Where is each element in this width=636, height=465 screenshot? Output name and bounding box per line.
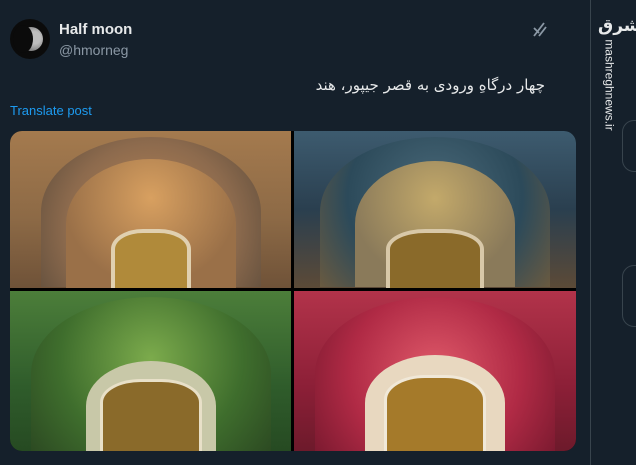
side-panel-edge [622,265,636,327]
watermark-url: mashreghnews.ir [602,39,617,131]
side-panel-edge [622,120,636,172]
translate-post-link[interactable]: Translate post [10,103,92,118]
mashregh-logo: مشرق [598,16,636,36]
tweet-text: چهار درگاهِ ورودی به قصر جیپور، هند [315,76,545,94]
gate-rose-icon[interactable] [294,291,576,451]
gate-orange-icon[interactable] [10,131,291,288]
watermark: مشرق mashreghnews.ir [598,16,636,131]
avatar[interactable] [10,19,50,59]
grok-icon[interactable] [530,20,550,40]
gate-green-icon[interactable] [10,291,291,451]
tweet-card: Half moon @hmorneg چهار درگاهِ ورودی به … [0,0,590,465]
gate-peacock-icon[interactable] [294,131,576,288]
column-divider [590,0,591,465]
author-handle[interactable]: @hmorneg [59,42,128,58]
author-name[interactable]: Half moon [59,21,132,38]
media-grid[interactable] [10,131,576,451]
